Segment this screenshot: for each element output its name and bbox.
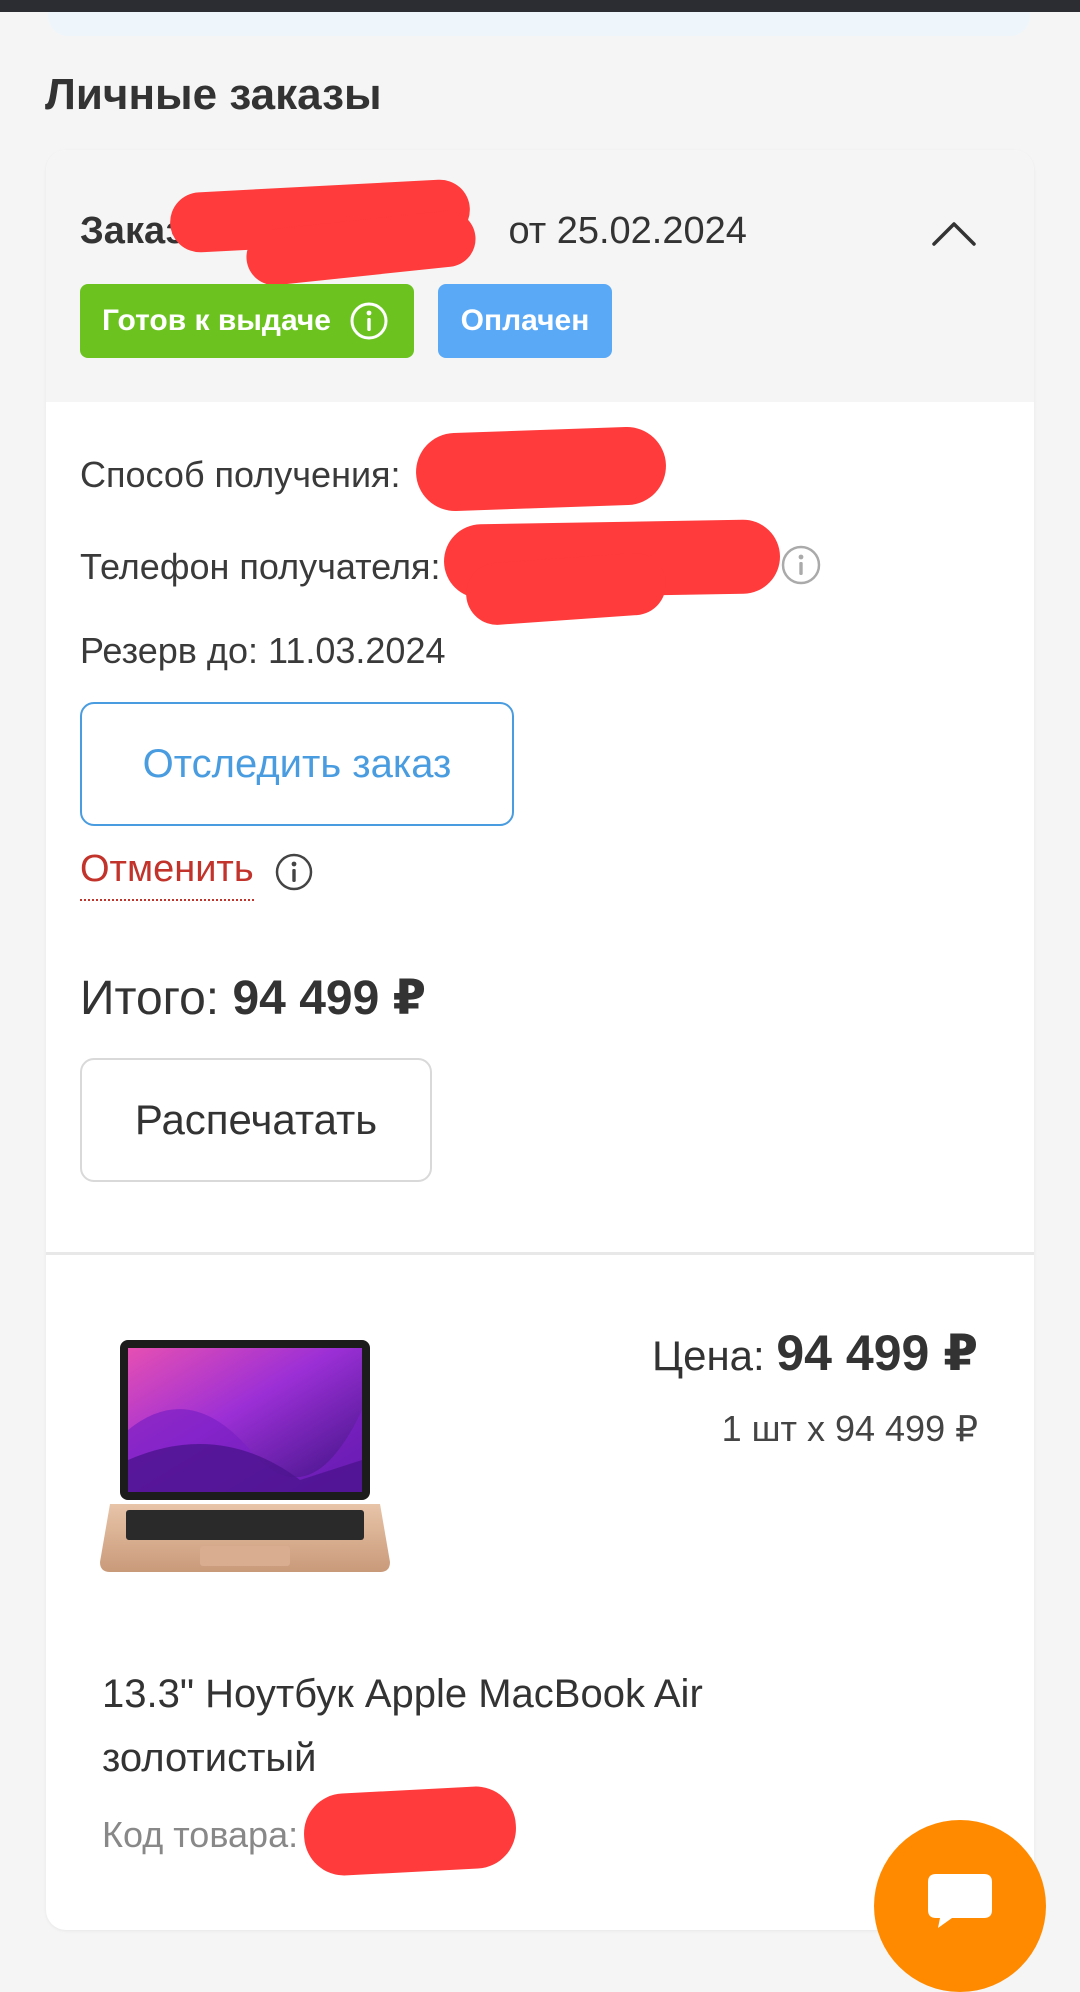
reserve-row: Резерв до: 11.03.2024 <box>80 630 446 672</box>
status-badge-paid-label: Оплачен <box>460 304 590 337</box>
print-button[interactable]: Распечатать <box>80 1058 432 1182</box>
recipient-phone-label: Телефон получателя: <box>80 546 441 587</box>
status-badge-ready: Готов к выдаче <box>80 284 414 358</box>
product-price: Цена: 94 499 ₽ <box>652 1324 978 1382</box>
cancel-row: Отменить <box>80 848 314 901</box>
info-icon[interactable] <box>274 852 314 892</box>
track-order-button[interactable]: Отследить заказ <box>80 702 514 826</box>
laptop-image[interactable] <box>100 1340 390 1578</box>
receive-method-row: Способ получения: <box>80 454 401 496</box>
redaction-receive-method <box>414 425 668 513</box>
sku-label: Код товара: <box>102 1814 299 1855</box>
reserve-date: 11.03.2024 <box>267 630 446 671</box>
order-date: от 25.02.2024 <box>508 209 747 252</box>
receive-method-label: Способ получения: <box>80 454 401 495</box>
info-icon[interactable] <box>349 301 389 341</box>
order-total: Итого: 94 499 ₽ <box>80 970 426 1026</box>
previous-section-remnant <box>48 12 1030 36</box>
collapse-toggle[interactable] <box>926 208 982 258</box>
chevron-up-icon <box>932 222 976 246</box>
divider <box>46 1252 1034 1255</box>
order-header: Заказ от 25.02.2024 Готов к выдаче Оплач… <box>46 150 1034 402</box>
reserve-label: Резерв до: <box>80 630 258 671</box>
quantity-line: 1 шт x 94 499 ₽ <box>721 1408 978 1449</box>
redaction-phone-2 <box>464 551 668 627</box>
product-name[interactable]: 13.3" Ноутбук Apple MacBook Air золотист… <box>102 1662 862 1790</box>
info-icon[interactable] <box>780 544 822 586</box>
chat-button[interactable] <box>874 1820 1046 1992</box>
price-label: Цена: <box>652 1332 765 1379</box>
chat-icon <box>928 1874 992 1928</box>
status-badge-ready-label: Готов к выдаче <box>102 304 331 337</box>
cancel-order-link[interactable]: Отменить <box>80 848 254 901</box>
page-title: Личные заказы <box>45 70 382 119</box>
status-badge-paid: Оплачен <box>438 284 612 358</box>
recipient-phone-row: Телефон получателя: <box>80 546 440 588</box>
product-sku: Код товара: <box>102 1814 298 1856</box>
order-card: Заказ от 25.02.2024 Готов к выдаче Оплач… <box>46 150 1034 1930</box>
top-bar <box>0 0 1080 12</box>
order-total-value: 94 499 ₽ <box>232 972 427 1025</box>
redaction-sku <box>301 1784 519 1878</box>
price-value: 94 499 ₽ <box>776 1325 978 1381</box>
order-title-word: Заказ <box>80 209 185 252</box>
order-total-label: Итого: <box>80 972 220 1025</box>
